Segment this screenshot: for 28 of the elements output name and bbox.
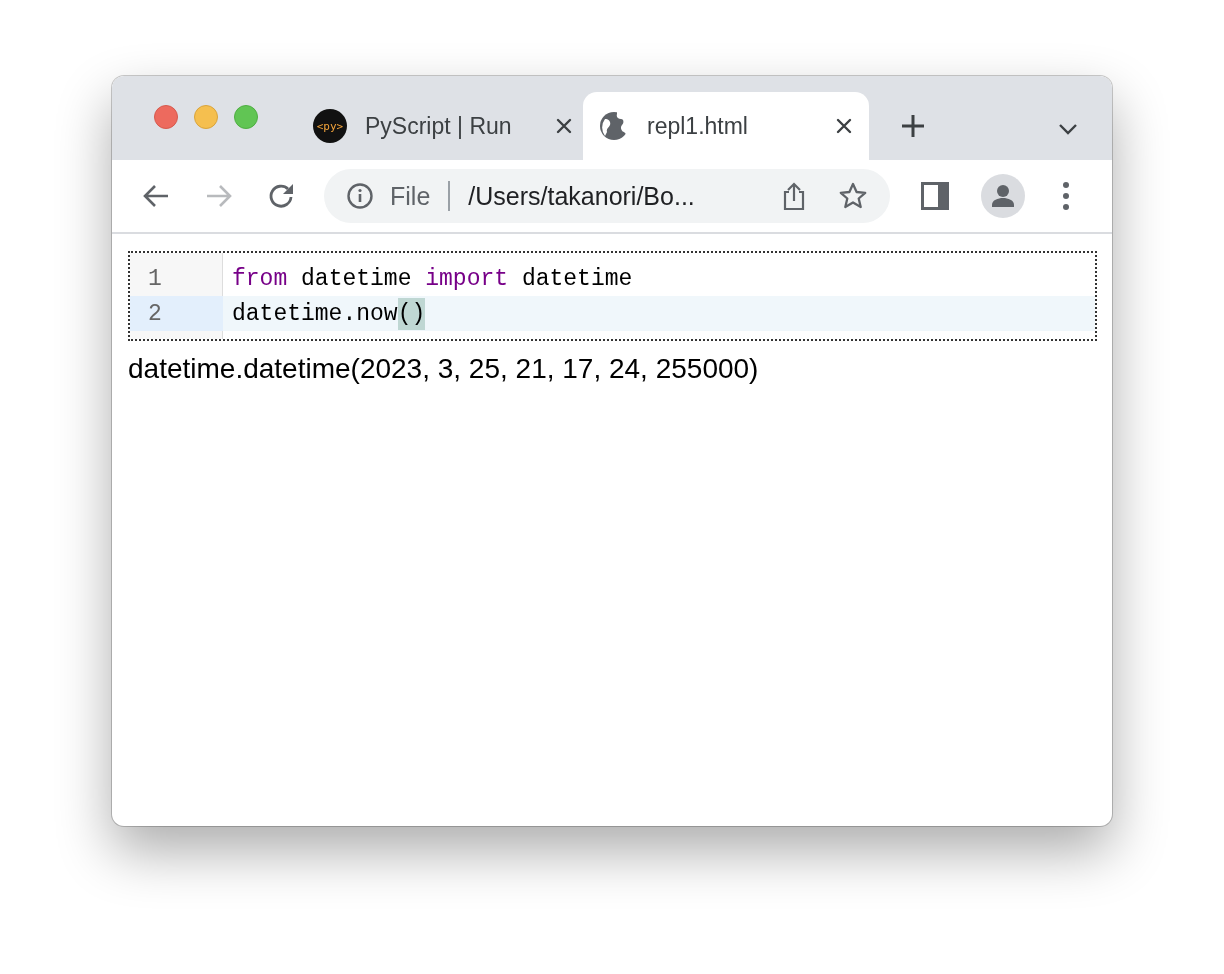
profile-avatar-icon[interactable] <box>981 174 1025 218</box>
tab-search-chevron-icon[interactable] <box>1058 123 1078 135</box>
info-icon[interactable] <box>346 182 374 210</box>
address-bar[interactable]: File /Users/takanori/Bo... <box>324 169 890 223</box>
share-icon[interactable] <box>782 181 806 211</box>
bookmark-star-icon[interactable] <box>838 181 868 211</box>
close-window-button[interactable] <box>154 105 178 129</box>
favicon-logo: <py> <box>313 109 347 143</box>
code-text: datetime <box>300 264 413 294</box>
side-panel-icon[interactable] <box>921 182 949 210</box>
code-text: datetime <box>520 264 633 294</box>
url-text: /Users/takanori/Bo... <box>468 181 696 211</box>
menu-icon[interactable] <box>1062 181 1070 211</box>
browser-tab[interactable]: <py> PyScript | Run <box>313 92 583 160</box>
globe-icon <box>599 111 629 141</box>
code-line[interactable]: 1 from datetime import datetime <box>130 261 1095 296</box>
code-text: datetime.now <box>232 299 398 329</box>
line-number: 1 <box>147 264 163 294</box>
scheme-label: File <box>390 181 431 211</box>
new-tab-icon[interactable] <box>901 114 925 138</box>
matched-brackets: () <box>397 297 426 330</box>
output-text: datetime.datetime(2023, 3, 25, 21, 17, 24, 255000) <box>128 353 760 385</box>
close-icon[interactable] <box>835 117 853 135</box>
keyword-token: import <box>425 264 509 294</box>
browser-tab[interactable]: repl1.html <box>583 92 869 160</box>
keyword-token: from <box>232 264 288 294</box>
line-number: 2 <box>130 296 223 331</box>
close-icon[interactable] <box>555 117 573 135</box>
